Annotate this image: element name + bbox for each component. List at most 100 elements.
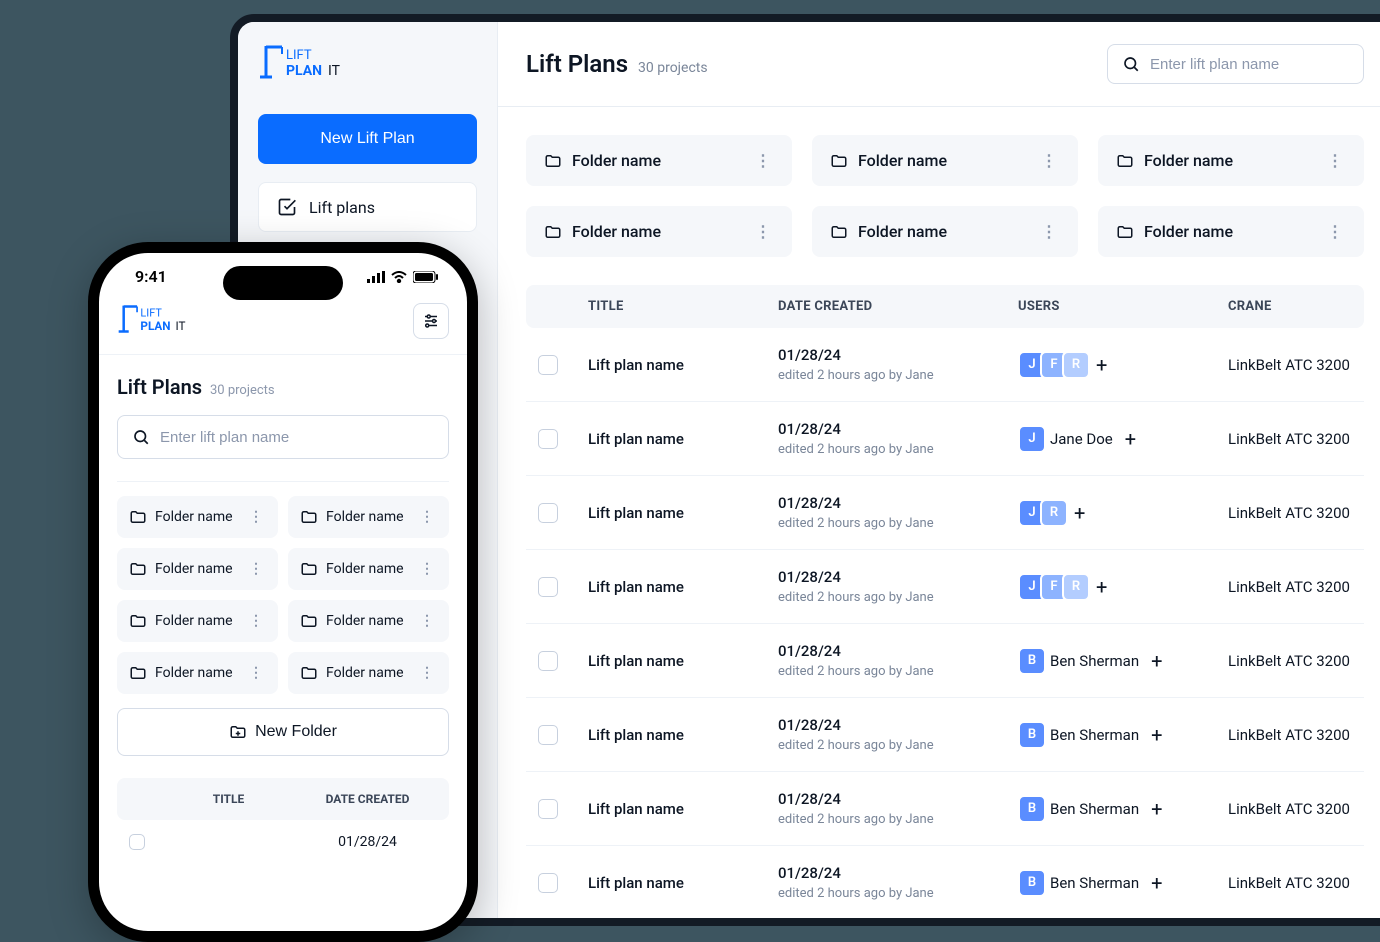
date-created: 01/28/24 — [778, 568, 1008, 586]
folder-card[interactable]: Folder name⋮ — [288, 600, 449, 642]
plan-title[interactable]: Lift plan name — [588, 504, 768, 522]
folder-card[interactable]: Folder name⋮ — [1098, 135, 1364, 186]
add-user-button[interactable]: + — [1149, 649, 1164, 673]
logo: LIFT PLAN IT — [258, 42, 477, 86]
phone-logo: LIFT PLAN IT — [117, 302, 209, 340]
plan-title[interactable]: Lift plan name — [588, 652, 768, 670]
phone-table-header: TITLE DATE CREATED — [117, 778, 449, 820]
plan-title[interactable]: Lift plan name — [588, 430, 768, 448]
crane-name: LinkBelt ATC 3200 — [1228, 356, 1380, 374]
plan-title[interactable]: Lift plan name — [588, 800, 768, 818]
row-checkbox[interactable] — [538, 651, 558, 671]
folder-card[interactable]: Folder name⋮ — [526, 135, 792, 186]
add-user-button[interactable]: + — [1149, 797, 1164, 821]
add-user-button[interactable]: + — [1123, 427, 1138, 451]
table-row: Lift plan name01/28/24edited 2 hours ago… — [526, 772, 1364, 846]
date-created: 01/28/24 — [778, 642, 1008, 660]
more-icon[interactable]: ⋮ — [1323, 222, 1346, 241]
row-checkbox[interactable] — [538, 799, 558, 819]
folder-card[interactable]: Folder name⋮ — [117, 652, 278, 694]
row-checkbox[interactable] — [538, 355, 558, 375]
folder-card[interactable]: Folder name⋮ — [117, 496, 278, 538]
folder-card[interactable]: Folder name⋮ — [288, 548, 449, 590]
add-user-button[interactable]: + — [1072, 501, 1087, 525]
add-user-button[interactable]: + — [1094, 353, 1109, 377]
table-row: Lift plan name 01/28/24 edited 2 hours ago… — [526, 624, 1364, 698]
more-icon[interactable]: ⋮ — [416, 665, 437, 681]
folder-name: Folder name — [155, 613, 245, 629]
more-icon[interactable]: ⋮ — [1037, 222, 1060, 241]
plan-title[interactable]: Lift plan name — [588, 874, 768, 892]
folder-card[interactable]: Folder name⋮ — [526, 206, 792, 257]
search-input[interactable] — [1150, 56, 1349, 73]
date-created: 01/28/24 — [778, 494, 1008, 512]
more-icon[interactable]: ⋮ — [245, 613, 266, 629]
users-cell: JFR + — [1018, 573, 1218, 601]
folder-name: Folder name — [1144, 222, 1323, 241]
folder-name: Folder name — [155, 561, 245, 577]
row-checkbox[interactable] — [538, 725, 558, 745]
phone-col-title: TITLE — [159, 792, 298, 806]
folder-icon — [830, 152, 848, 170]
status-icons — [367, 271, 439, 283]
row-checkbox[interactable] — [538, 429, 558, 449]
new-lift-plan-button[interactable]: New Lift Plan — [258, 114, 477, 164]
svg-text:PLAN: PLAN — [286, 63, 322, 79]
row-checkbox[interactable] — [129, 834, 145, 850]
folder-card[interactable]: Folder name⋮ — [117, 548, 278, 590]
more-icon[interactable]: ⋮ — [1323, 151, 1346, 170]
plan-title[interactable]: Lift plan name — [588, 356, 768, 374]
folder-name: Folder name — [858, 151, 1037, 170]
folder-icon — [129, 612, 147, 630]
edited-by: edited 2 hours ago by Jane — [778, 664, 1008, 679]
folder-icon — [830, 223, 848, 241]
phone-col-date: DATE CREATED — [298, 792, 437, 806]
users-cell: B Ben Sherman + — [1018, 869, 1218, 897]
add-user-button[interactable]: + — [1149, 723, 1164, 747]
search-box[interactable] — [1107, 44, 1364, 84]
add-user-button[interactable]: + — [1149, 871, 1164, 895]
plan-title[interactable]: Lift plan name — [588, 726, 768, 744]
edited-by: edited 2 hours ago by Jane — [778, 442, 1008, 457]
folder-card[interactable]: Folder name⋮ — [812, 135, 1078, 186]
more-icon[interactable]: ⋮ — [751, 151, 774, 170]
folder-card[interactable]: Folder name⋮ — [812, 206, 1078, 257]
more-icon[interactable]: ⋮ — [416, 613, 437, 629]
more-icon[interactable]: ⋮ — [245, 561, 266, 577]
folder-card[interactable]: Folder name⋮ — [288, 652, 449, 694]
avatar-stack: B — [1018, 869, 1040, 897]
page-title: Lift Plans — [526, 50, 628, 78]
row-checkbox[interactable] — [538, 503, 558, 523]
table-row: Lift plan name01/28/24edited 2 hours ago… — [526, 402, 1364, 476]
divider — [117, 481, 449, 482]
folder-card[interactable]: Folder name⋮ — [288, 496, 449, 538]
more-icon[interactable]: ⋮ — [1037, 151, 1060, 170]
table-row: Lift plan name01/28/24edited 2 hours ago… — [526, 476, 1364, 550]
table-header: TITLE DATE CREATED USERS CRANE OPERATOR — [526, 285, 1364, 328]
avatar-stack: JFR — [1018, 573, 1084, 601]
more-icon[interactable]: ⋮ — [245, 509, 266, 525]
more-icon[interactable]: ⋮ — [416, 509, 437, 525]
folder-card[interactable]: Folder name⋮ — [117, 600, 278, 642]
user-name: Ben Sherman — [1050, 874, 1139, 892]
plan-title[interactable] — [159, 834, 298, 850]
more-icon[interactable]: ⋮ — [751, 222, 774, 241]
folder-card[interactable]: Folder name⋮ — [1098, 206, 1364, 257]
wifi-icon — [391, 271, 407, 283]
more-icon[interactable]: ⋮ — [245, 665, 266, 681]
more-icon[interactable]: ⋮ — [416, 561, 437, 577]
filter-button[interactable] — [413, 303, 449, 339]
avatar-stack: B — [1018, 647, 1040, 675]
row-checkbox[interactable] — [538, 873, 558, 893]
phone-search-input[interactable] — [160, 429, 434, 446]
folder-icon — [300, 664, 318, 682]
phone-search-box[interactable] — [117, 415, 449, 459]
avatar: B — [1018, 721, 1046, 749]
svg-text:LIFT: LIFT — [140, 306, 162, 319]
add-user-button[interactable]: + — [1094, 575, 1109, 599]
folder-name: Folder name — [1144, 151, 1323, 170]
new-folder-button[interactable]: New Folder — [117, 708, 449, 756]
row-checkbox[interactable] — [538, 577, 558, 597]
sidebar-item-lift-plans[interactable]: Lift plans — [258, 182, 477, 232]
plan-title[interactable]: Lift plan name — [588, 578, 768, 596]
